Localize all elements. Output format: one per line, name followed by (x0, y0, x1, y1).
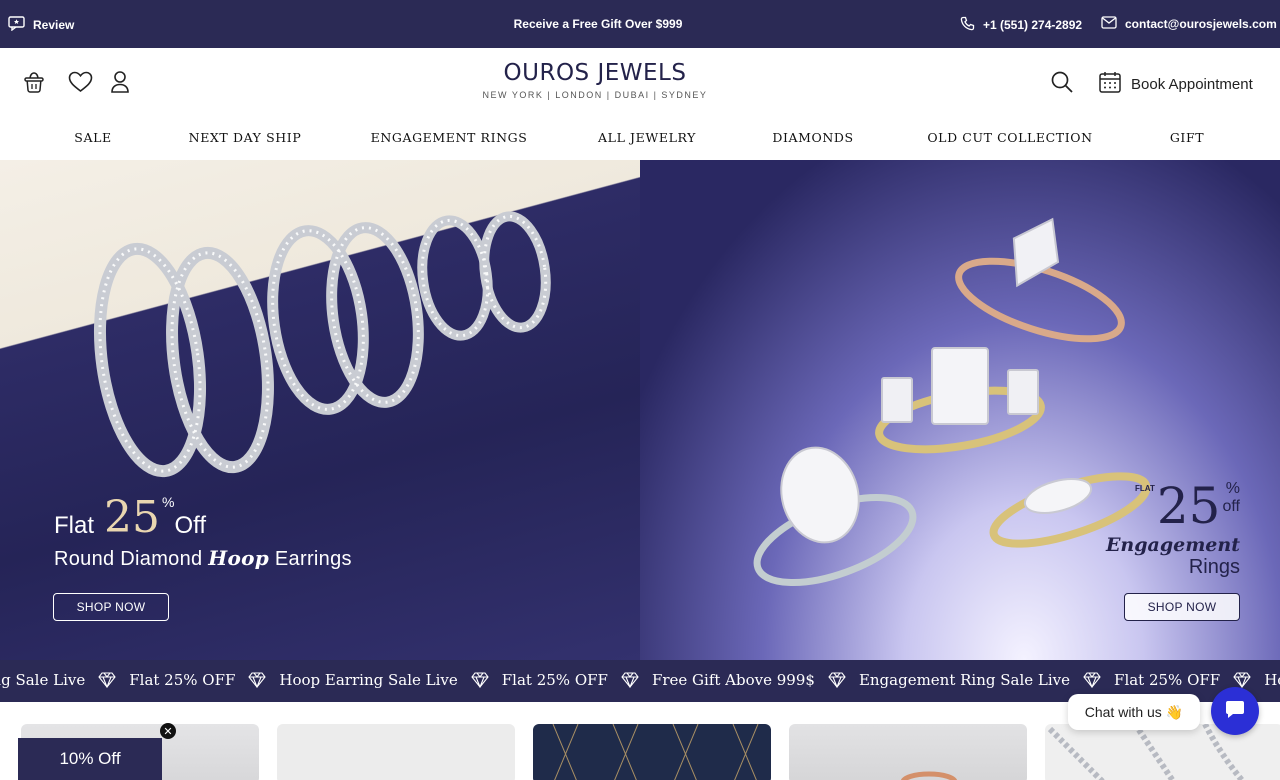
nav-item-gift[interactable]: GIFT (1170, 130, 1204, 145)
mail-icon (1101, 16, 1117, 32)
marquee-item: Hoop Earring Sale Live (279, 671, 458, 689)
marquee-item: Free Gift Above 999$ (651, 671, 815, 689)
wishlist-heart-icon[interactable] (66, 68, 94, 96)
nav-item-engagement-rings[interactable]: ENGAGEMENT RINGS (371, 130, 528, 145)
hoop-promo-text: Flat 25 % Off Round Diamond Hoop Earring… (54, 492, 352, 571)
chat-icon (1224, 698, 1246, 725)
marquee-item: Flat 25% OFF (129, 671, 236, 689)
promo-percent-sign: % (1225, 480, 1240, 497)
phone-link[interactable]: +1 (551) 274-2892 (960, 16, 1082, 34)
promo-percent-number: 25 (104, 492, 161, 543)
nav-item-next-day-ship[interactable]: NEXT DAY SHIP (189, 130, 302, 145)
promo-subtitle: Engagement Rings (1060, 534, 1240, 579)
product-card[interactable] (533, 724, 771, 780)
discount-tab-button[interactable]: 10% Off (18, 738, 162, 780)
calendar-icon (1098, 70, 1122, 98)
nav-item-sale[interactable]: SALE (74, 130, 111, 145)
book-appointment-button[interactable]: Book Appointment (1098, 70, 1253, 98)
hero-banner-hoop-earrings[interactable]: Flat 25 % Off Round Diamond Hoop Earring… (0, 160, 640, 660)
diamond-icon (828, 672, 846, 688)
product-card[interactable] (789, 724, 1027, 780)
chat-launcher-button[interactable] (1211, 687, 1259, 735)
hero-banner-engagement-rings[interactable]: FLAT 25 % off Engagement Rings (640, 160, 1280, 660)
promo-subtitle: Round Diamond Hoop Earrings (54, 546, 352, 571)
phone-icon (960, 16, 975, 34)
email-link[interactable]: contact@ourosjewels.com (1101, 16, 1277, 32)
shop-now-engagement-button[interactable]: SHOP NOW (1124, 593, 1240, 621)
nav-item-all-jewelry[interactable]: ALL JEWELRY (598, 130, 696, 145)
hoop-earrings-image (93, 211, 551, 478)
announcement-bar: Review Receive a Free Gift Over $999 +1 … (0, 0, 1280, 48)
email-address: contact@ourosjewels.com (1125, 17, 1277, 31)
close-icon[interactable]: ✕ (160, 723, 176, 739)
subtitle-pre: Round Diamond (54, 548, 203, 570)
marquee-track: ent Ring Sale Live Flat 25% OFF Hoop Ear… (0, 671, 1280, 689)
site-logo[interactable]: OUROS JEWELS NEW YORK | LONDON | DUBAI |… (440, 60, 750, 100)
subtitle-emphasis: Hoop (208, 546, 270, 570)
subtitle-post: Rings (1188, 556, 1240, 578)
ring-image (900, 771, 958, 780)
search-icon[interactable] (1048, 68, 1076, 96)
cart-icon[interactable] (20, 68, 48, 96)
subtitle-emphasis: Engagement (1105, 534, 1240, 556)
promo-off: off (1222, 498, 1241, 515)
promo-flat: FLAT (1135, 484, 1155, 493)
necklace-chains-image (552, 724, 759, 780)
marquee-item: Flat 25% OFF (1114, 671, 1221, 689)
appointment-label: Book Appointment (1131, 75, 1253, 93)
chat-label: Chat with us (1084, 704, 1162, 720)
wave-emoji-icon: 👋 (1165, 703, 1184, 720)
promo-percent-sign: % (162, 494, 175, 510)
diamond-icon (1083, 672, 1101, 688)
product-card[interactable] (277, 724, 515, 780)
account-user-icon[interactable] (106, 68, 134, 96)
main-nav: SALE NEXT DAY SHIP ENGAGEMENT RINGS ALL … (0, 130, 1280, 150)
phone-number: +1 (551) 274-2892 (983, 18, 1083, 32)
engagement-rings-image (753, 217, 1151, 587)
nav-item-old-cut-collection[interactable]: OLD CUT COLLECTION (927, 130, 1092, 145)
nav-item-diamonds[interactable]: DIAMONDS (772, 130, 853, 145)
shop-now-hoop-button[interactable]: SHOP NOW (53, 593, 169, 621)
promo-percent-number: 25 (1156, 477, 1221, 535)
diamond-icon (471, 672, 489, 688)
chat-prompt-bubble[interactable]: Chat with us 👋 (1068, 694, 1200, 730)
marquee-item: Flat 25% OFF (501, 671, 608, 689)
marquee-item: Hoop E (1264, 671, 1280, 689)
marquee-item: ent Ring Sale Live (0, 671, 86, 689)
subtitle-post: Earrings (274, 548, 352, 570)
logo-title: OUROS JEWELS (503, 60, 687, 86)
logo-subtitle: NEW YORK | LONDON | DUBAI | SYDNEY (482, 90, 708, 100)
promo-off: Off (174, 512, 207, 539)
diamond-icon (98, 672, 116, 688)
diamond-icon (621, 672, 639, 688)
diamond-icon (1233, 672, 1251, 688)
marquee-item: Engagement Ring Sale Live (858, 671, 1071, 689)
engagement-promo-text: FLAT 25 % off Engagement Rings (1060, 480, 1240, 579)
promo-flat: Flat (54, 512, 95, 539)
diamond-icon (248, 672, 267, 688)
